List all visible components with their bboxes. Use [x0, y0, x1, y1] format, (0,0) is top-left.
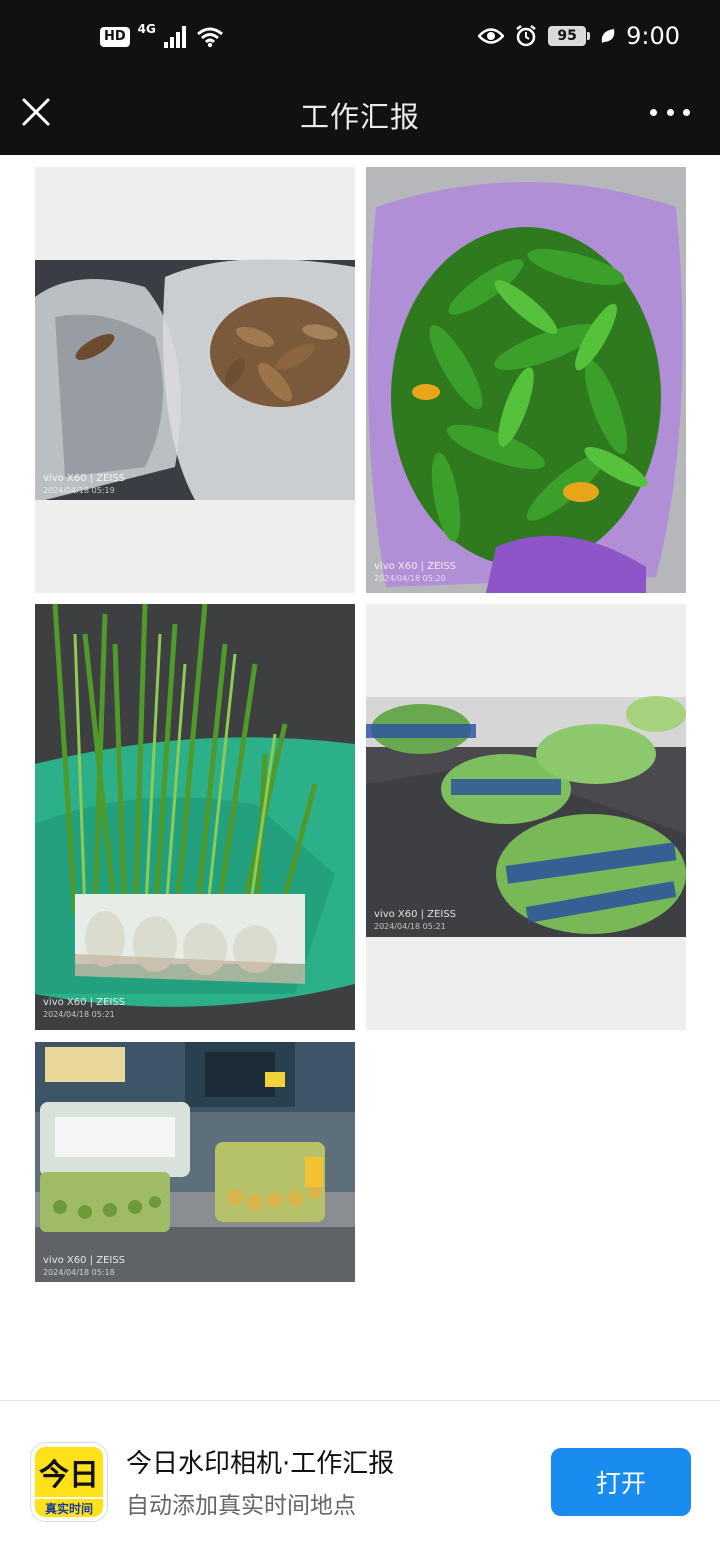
more-dot-icon [650, 108, 657, 116]
photo-watermark: vivo X60 | ZEISS 2024/04/18 05:21 [374, 909, 456, 933]
photo-watermark: vivo X60 | ZEISS 2024/04/18 05:19 [43, 473, 125, 497]
page-title: 工作汇报 [299, 100, 420, 134]
watermark-brand: vivo X60 | ZEISS [374, 909, 457, 920]
signal-icon [163, 26, 186, 48]
battery-tip [587, 32, 591, 40]
bagged-vegetables-image [35, 1042, 355, 1282]
app-description: 自动添加真实时间地点 [126, 1493, 356, 1519]
more-dot-icon [666, 108, 674, 116]
battery-indicator: 95 [548, 26, 591, 46]
status-right: 95 9:00 [478, 22, 680, 50]
app-name: 今日水印相机·工作汇报 [126, 1449, 395, 1479]
more-options-button[interactable] [650, 100, 690, 124]
photo-green-onions[interactable]: vivo X60 | ZEISS 2024/04/18 05:21 [35, 604, 355, 1030]
packaged-greens-image [366, 604, 686, 1030]
open-app-button[interactable]: 打开 [551, 1448, 691, 1516]
alarm-icon [516, 25, 536, 47]
app-icon-glyph: 今日 [35, 1447, 103, 1497]
sweet-potato-image [35, 167, 355, 593]
watermark-date: 2024/04/18 05:21 [43, 1010, 115, 1019]
watermark-brand: vivo X60 | ZEISS [43, 997, 126, 1008]
photo-green-peppers[interactable]: vivo X60 | ZEISS 2024/04/18 05:20 [366, 167, 686, 593]
watermark-brand: vivo X60 | ZEISS [43, 1255, 126, 1266]
watermark-date: 2024/04/18 05:21 [374, 922, 446, 931]
network-type: 4G [137, 22, 156, 36]
wifi-icon [196, 27, 223, 48]
watermark-date: 2024/04/18 05:18 [43, 1268, 115, 1277]
app-icon[interactable]: 今日 真实时间 [30, 1442, 108, 1522]
title-bar: 工作汇报 [0, 80, 720, 155]
photo-packaged-greens[interactable]: vivo X60 | ZEISS 2024/04/18 05:21 [366, 604, 686, 1030]
watermark-brand: vivo X60 | ZEISS [43, 473, 126, 484]
hd-badge: HD [100, 27, 130, 47]
eye-icon [478, 28, 505, 44]
banner-divider [0, 1400, 720, 1401]
more-dot-icon [683, 108, 690, 116]
green-pepper-image [366, 167, 686, 593]
watermark-date: 2024/04/18 05:19 [43, 486, 115, 495]
battery-level: 95 [548, 26, 587, 46]
status-bar: HD 4G 95 9:00 [0, 0, 720, 80]
green-onion-image [35, 604, 355, 1030]
photo-sweet-potatoes[interactable]: vivo X60 | ZEISS 2024/04/18 05:19 [35, 167, 355, 593]
leaf-icon [601, 29, 615, 43]
clock: 9:00 [626, 22, 680, 50]
photo-watermark: vivo X60 | ZEISS 2024/04/18 05:20 [374, 561, 456, 585]
watermark-brand: vivo X60 | ZEISS [374, 561, 457, 572]
photo-watermark: vivo X60 | ZEISS 2024/04/18 05:18 [43, 1255, 125, 1279]
status-left: HD 4G [100, 22, 224, 48]
watermark-date: 2024/04/18 05:20 [374, 574, 446, 583]
photo-bagged-vegetables[interactable]: vivo X60 | ZEISS 2024/04/18 05:18 [35, 1042, 355, 1282]
photo-watermark: vivo X60 | ZEISS 2024/04/18 05:21 [43, 997, 125, 1021]
app-icon-caption: 真实时间 [35, 1497, 103, 1517]
